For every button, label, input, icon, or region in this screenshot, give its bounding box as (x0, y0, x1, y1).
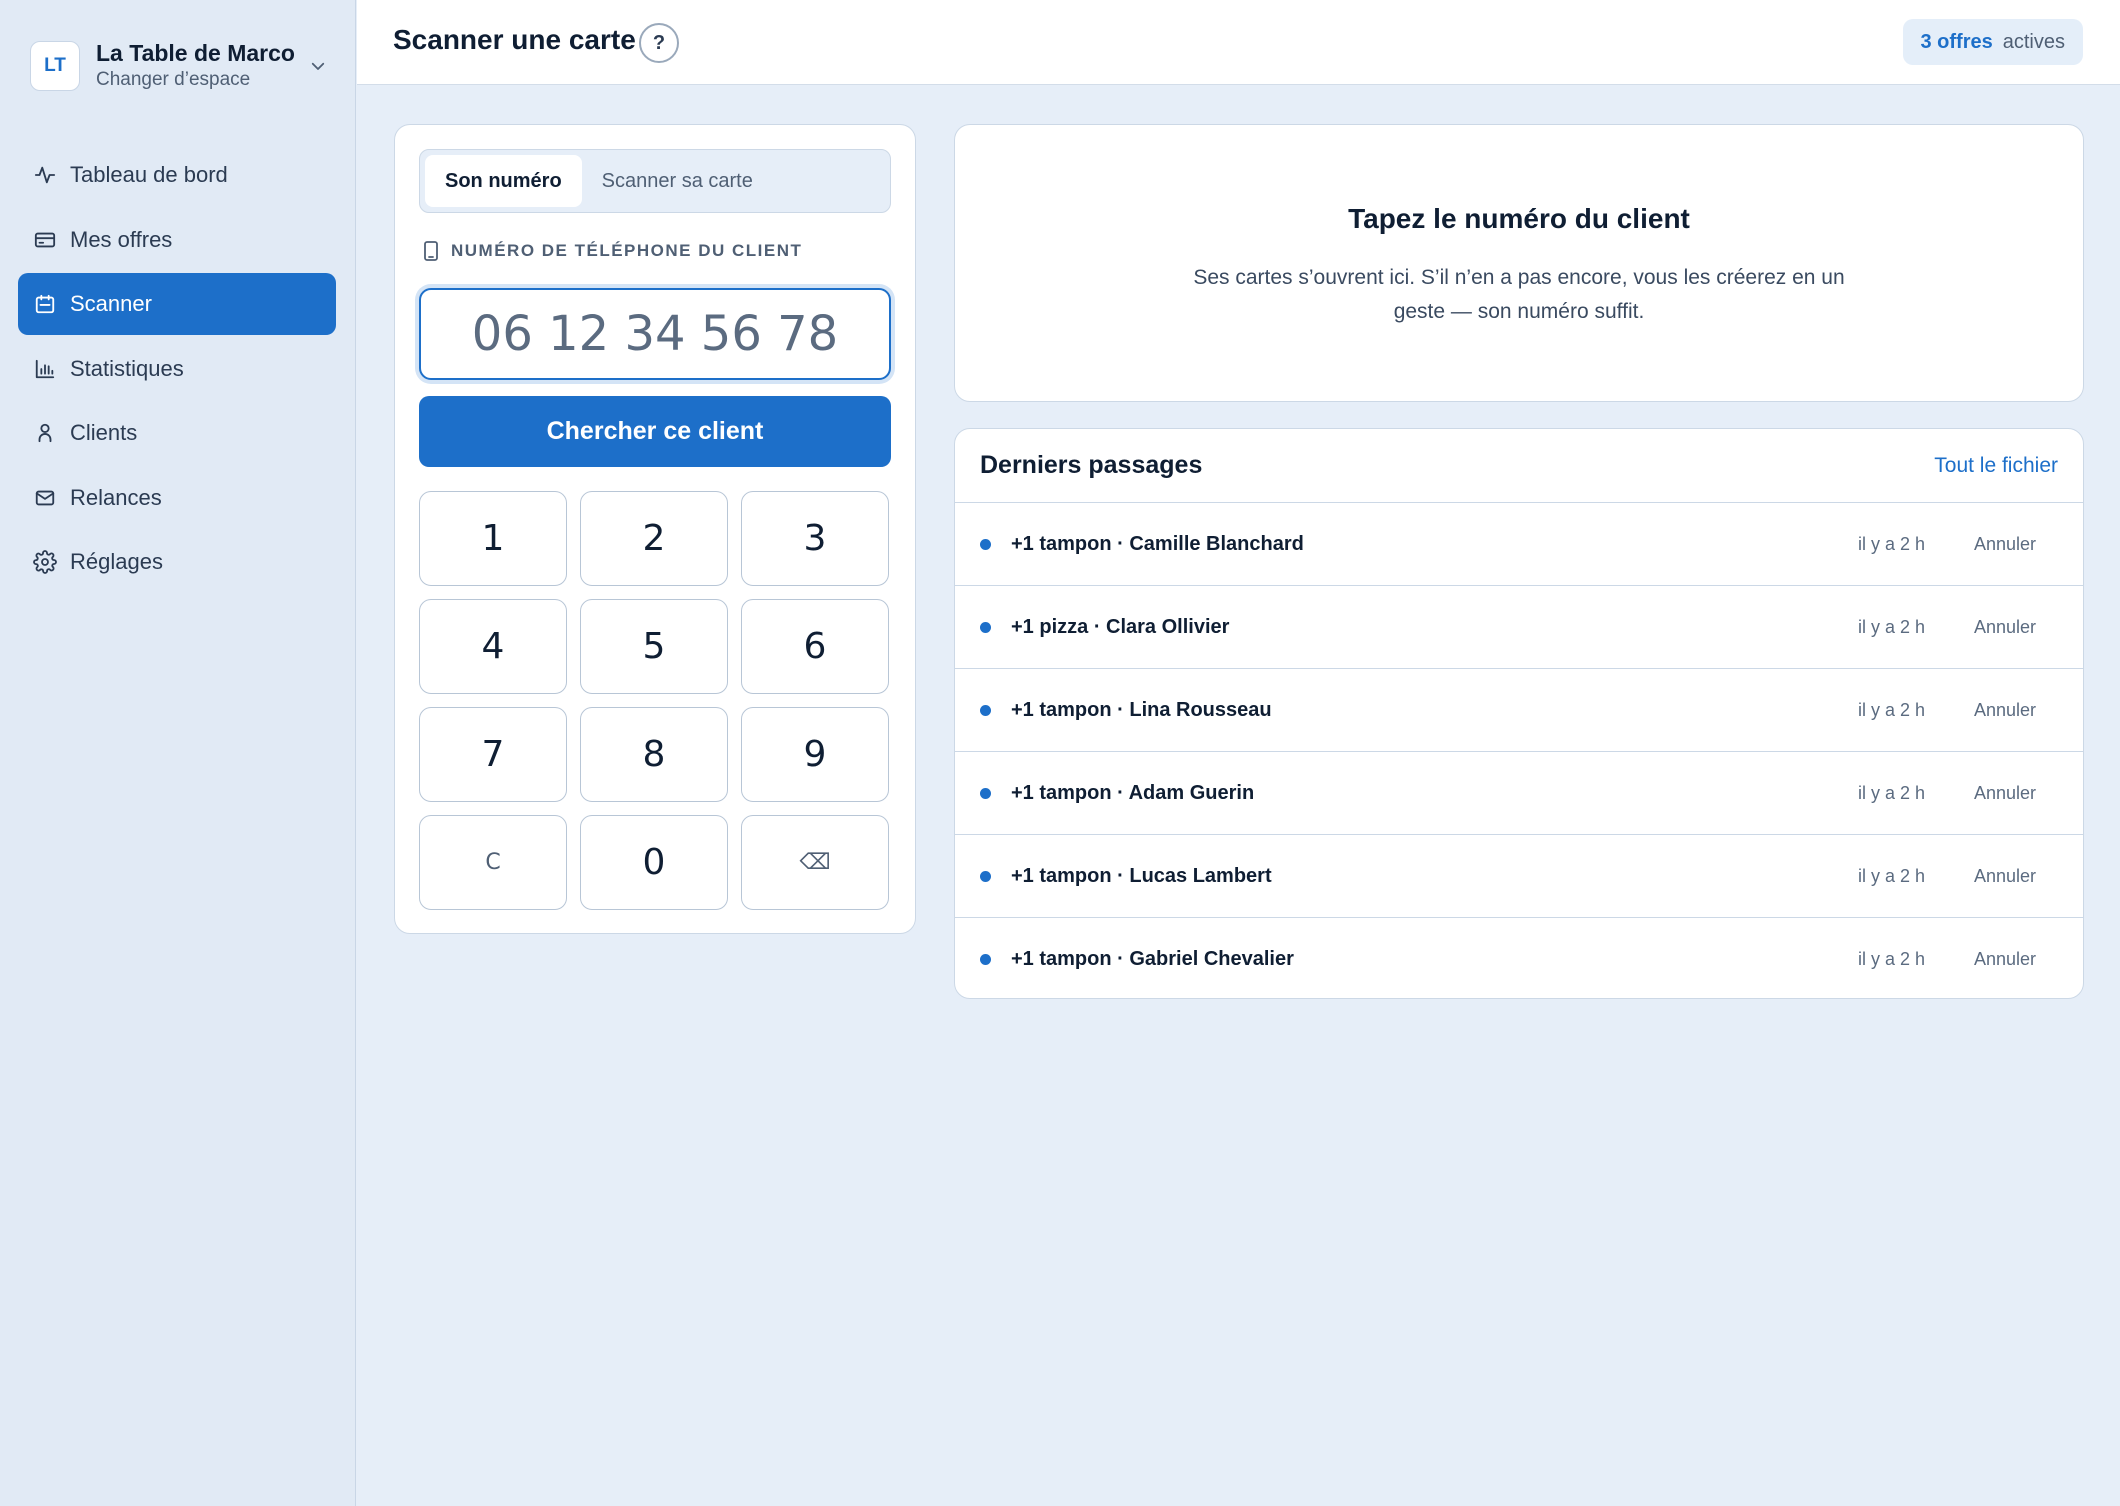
workspace-switcher[interactable]: LT La Table de Marco Changer d’espace (30, 38, 330, 94)
chevron-down-icon[interactable] (306, 54, 330, 78)
mail-icon (32, 485, 58, 511)
key-5[interactable]: 5 (580, 599, 728, 694)
status-dot (980, 870, 991, 882)
key-6[interactable]: 6 (741, 599, 889, 694)
visit-description: +1 tampon · Lina Rousseau (1011, 698, 1272, 721)
recent-visits-header: Derniers passages Tout le fichier (955, 429, 2083, 503)
instruction-title: Tapez le numéro du client (1348, 203, 1690, 234)
phone-field-label: NUMÉRO DE TÉLÉPHONE DU CLIENT (423, 241, 802, 261)
status-dot (980, 954, 991, 965)
cancel-button[interactable]: Annuler (1974, 617, 2044, 638)
bar-chart-icon (32, 356, 58, 382)
sidebar-item-label: Mes offres (70, 226, 173, 252)
key-4[interactable]: 4 (419, 599, 567, 694)
card-icon (32, 227, 58, 253)
tab-phone-number[interactable]: Son numéro (425, 155, 582, 207)
sidebar-item-label: Clients (70, 420, 138, 445)
workspace-name: La Table de Marco (96, 40, 295, 66)
active-offers-badge[interactable]: 3 offres actives (1902, 19, 2083, 65)
key-8[interactable]: 8 (580, 707, 728, 802)
list-item: +1 tampon · Adam Guerin il y a 2 h Annul… (955, 752, 2083, 835)
key-2[interactable]: 2 (580, 491, 728, 586)
sidebar-item-label: Statistiques (70, 355, 184, 381)
sidebar-item-reminders[interactable]: Relances (18, 467, 336, 529)
backspace-key[interactable]: ⌫ (741, 815, 889, 910)
list-item: +1 tampon · Camille Blanchard il y a 2 h… (955, 503, 2083, 586)
status-dot (980, 704, 991, 716)
tab-scan-card[interactable]: Scanner sa carte (582, 155, 773, 207)
all-records-link[interactable]: Tout le fichier (1934, 454, 2058, 478)
sidebar-item-scanner[interactable]: Scanner (18, 273, 336, 335)
key-9[interactable]: 9 (741, 707, 889, 802)
list-item: +1 tampon · Gabriel Chevalier il y a 2 h… (955, 918, 2083, 998)
phone-number-input[interactable] (419, 288, 891, 380)
workspace-avatar: LT (30, 41, 80, 91)
user-icon (32, 420, 58, 446)
instruction-text: Ses cartes s’ouvrent ici. S’il n’en a pa… (1193, 266, 1845, 323)
offers-count: 3 offres (1920, 30, 1993, 53)
visit-time: il y a 2 h (1858, 865, 1926, 886)
visit-description: +1 tampon · Adam Guerin (1011, 781, 1255, 804)
help-button[interactable]: ? (639, 23, 679, 63)
sidebar-item-dashboard[interactable]: Tableau de bord (18, 144, 336, 206)
page-title: Scanner une carte (393, 24, 636, 55)
recent-visits-panel: Derniers passages Tout le fichier +1 tam… (954, 428, 2084, 999)
activity-icon (32, 162, 58, 188)
list-item: +1 pizza · Clara Ollivier il y a 2 h Ann… (955, 586, 2083, 669)
visit-description: +1 pizza · Clara Ollivier (1011, 615, 1230, 638)
status-dot (980, 787, 991, 799)
visit-time: il y a 2 h (1858, 949, 1926, 969)
cancel-button[interactable]: Annuler (1974, 534, 2044, 555)
key-7[interactable]: 7 (419, 707, 567, 802)
cancel-button[interactable]: Annuler (1974, 866, 2044, 887)
instruction-panel: Tapez le numéro du client Ses cartes s’o… (954, 124, 2084, 402)
visit-description: +1 tampon · Camille Blanchard (1011, 532, 1304, 555)
sidebar-item-settings[interactable]: Réglages (18, 531, 336, 593)
scan-mode-tabs: Son numéro Scanner sa carte (419, 149, 891, 213)
visit-time: il y a 2 h (1858, 616, 1926, 637)
visit-time: il y a 2 h (1858, 782, 1926, 803)
visit-time: il y a 2 h (1858, 533, 1926, 554)
key-3[interactable]: 3 (741, 491, 889, 586)
status-dot (980, 621, 991, 633)
numeric-keypad: 1 2 3 4 5 6 7 8 9 C 0 ⌫ (419, 491, 891, 910)
list-item: +1 tampon · Lina Rousseau il y a 2 h Ann… (955, 669, 2083, 752)
sidebar-item-label: Réglages (70, 549, 163, 574)
sidebar-item-statistics[interactable]: Statistiques (18, 338, 336, 400)
scan-panel: Son numéro Scanner sa carte NUMÉRO DE TÉ… (394, 124, 916, 934)
sidebar-item-offers[interactable]: Mes offres (18, 209, 336, 271)
search-client-button[interactable]: Chercher ce client (419, 396, 891, 467)
cancel-button[interactable]: Annuler (1974, 949, 2044, 970)
phone-icon (423, 241, 439, 261)
key-clear[interactable]: C (419, 815, 567, 910)
visit-description: +1 tampon · Gabriel Chevalier (1011, 948, 1294, 970)
sidebar-item-label: Scanner (70, 291, 152, 316)
visit-time: il y a 2 h (1858, 699, 1926, 720)
key-0[interactable]: 0 (580, 815, 728, 910)
sidebar-item-clients[interactable]: Clients (18, 402, 336, 464)
phone-field-label-text: NUMÉRO DE TÉLÉPHONE DU CLIENT (451, 241, 803, 260)
gear-icon (32, 549, 58, 575)
list-item: +1 tampon · Lucas Lambert il y a 2 h Ann… (955, 835, 2083, 918)
scan-icon (32, 291, 58, 317)
status-dot (980, 538, 991, 550)
page-header: Scanner une carte ? 3 offres actives (357, 0, 2120, 85)
cancel-button[interactable]: Annuler (1974, 783, 2044, 804)
visit-description: +1 tampon · Lucas Lambert (1011, 864, 1272, 887)
key-1[interactable]: 1 (419, 491, 567, 586)
sidebar-item-label: Relances (70, 484, 162, 510)
sidebar-nav: Tableau de bord Mes offres Scanner Stati… (18, 144, 336, 596)
workspace-text: La Table de Marco Changer d’espace (96, 39, 306, 93)
recent-visits-title: Derniers passages (980, 451, 1203, 479)
workspace-subtitle: Changer d’espace (96, 69, 251, 90)
offers-label: actives (2002, 30, 2065, 53)
sidebar: LT La Table de Marco Changer d’espace Ta… (0, 0, 356, 1506)
cancel-button[interactable]: Annuler (1974, 700, 2044, 721)
sidebar-item-label: Tableau de bord (70, 162, 228, 187)
